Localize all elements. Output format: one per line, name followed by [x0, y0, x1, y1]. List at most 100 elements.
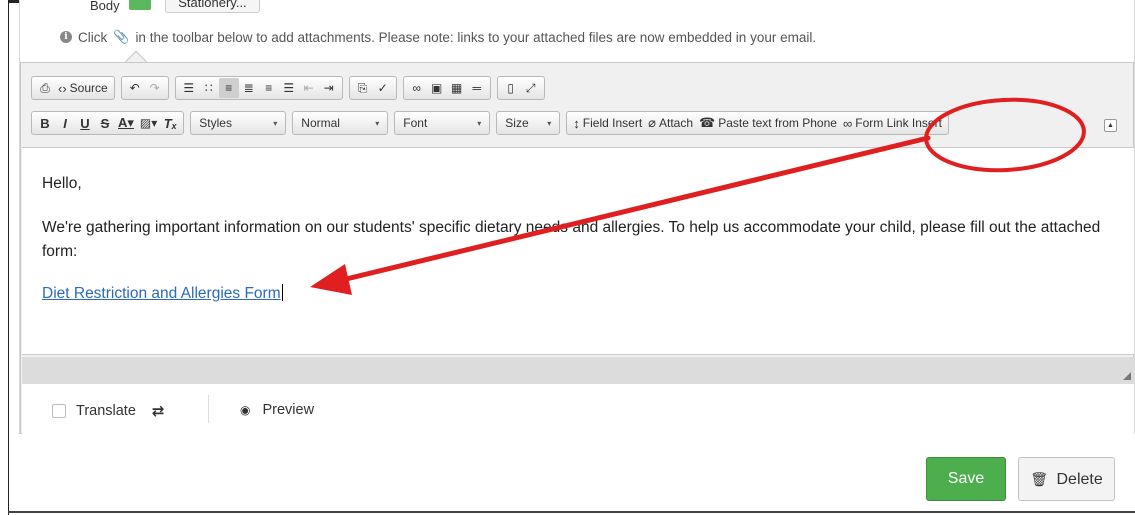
save-label: Save	[947, 470, 985, 487]
bulleted-list-icon[interactable]: ∷	[199, 78, 219, 98]
source-icon: ‹›	[58, 80, 67, 96]
justify-icon[interactable]: ☰	[279, 78, 299, 98]
toolbar-row-1: ⎙ ‹› Source ↶ ↷ ☰ ∷ ≡ ≣ ≡ ☰ ⇤ ⇥ ⎘ ✓ ∞ ▣	[31, 76, 551, 100]
outdent-icon[interactable]: ⇤	[299, 78, 319, 98]
font-select[interactable]: Font ▾	[394, 111, 491, 135]
align-center-icon[interactable]: ≣	[239, 78, 259, 98]
form-link-insert-label: Form Link Insert	[855, 116, 942, 130]
options-divider	[208, 395, 209, 423]
numbered-list-icon[interactable]: ☰	[179, 78, 199, 98]
info-text-after: in the toolbar below to add attachments.…	[135, 29, 817, 45]
background-color-icon[interactable]: ▨▾	[137, 113, 160, 133]
eye-icon: ◉	[240, 403, 251, 417]
phone-icon: ☎	[699, 115, 716, 130]
redo-icon[interactable]: ↷	[145, 78, 165, 98]
field-tabs-row: Body Stationery...	[90, 0, 260, 14]
print-button[interactable]: ⎙	[35, 78, 55, 98]
translate-option[interactable]: Translate ⇄	[52, 402, 164, 420]
font-label: Font	[403, 116, 428, 130]
body-label: Body	[90, 0, 120, 13]
format-select[interactable]: Normal ▾	[292, 111, 389, 135]
stationery-label: Stationery...	[178, 0, 247, 10]
screenshot-frame-bottom	[8, 511, 1135, 513]
form-link-insert-button[interactable]: ∞ Form Link Insert	[840, 113, 945, 133]
field-insert-label: Field Insert	[582, 116, 643, 130]
form-link-text[interactable]: Diet Restriction and Allergies Form	[42, 285, 281, 302]
field-insert-button[interactable]: ↕ Field Insert	[570, 113, 645, 133]
delete-button[interactable]: 🗑 Delete	[1018, 457, 1115, 501]
view-group: ▯ ⤢	[496, 76, 545, 100]
preview-button[interactable]: ◉ Preview	[240, 402, 314, 418]
editor-status-bar	[22, 357, 1134, 383]
greeting-text: Hello,	[42, 175, 82, 192]
body-tab[interactable]: Body	[90, 0, 152, 13]
form-link[interactable]: Diet Restriction and Allergies Form	[42, 284, 283, 303]
clipboard-group: ⎘ ✓	[348, 76, 397, 100]
editor-options-bar: Translate ⇄ ◉ Preview	[22, 383, 1134, 434]
screenshot-frame-left	[8, 0, 9, 515]
info-text-before: Click	[78, 29, 108, 45]
history-group: ↶ ↷	[120, 76, 169, 100]
size-select[interactable]: Size ▾	[496, 111, 561, 135]
link-icon: ∞	[842, 115, 853, 131]
translate-label: Translate	[76, 403, 136, 419]
text-color-icon[interactable]: A▾	[115, 113, 137, 133]
undo-icon[interactable]: ↶	[125, 78, 145, 98]
paperclip-icon: ⌀	[648, 115, 656, 130]
translate-icon: ⇄	[151, 403, 165, 420]
bold-icon[interactable]: B	[35, 113, 55, 133]
align-left-icon[interactable]: ≡	[218, 78, 239, 98]
source-button[interactable]: ‹› Source	[55, 78, 111, 98]
indent-icon[interactable]: ⇥	[319, 78, 339, 98]
text-cursor	[281, 284, 283, 301]
resize-handle-icon[interactable]	[1123, 372, 1131, 380]
attach-button[interactable]: ⌀ Attach	[645, 113, 696, 133]
save-button[interactable]: Save	[926, 457, 1006, 501]
format-label: Normal	[301, 116, 340, 130]
document-group: ⎙ ‹› Source	[31, 76, 115, 100]
paste-phone-button[interactable]: ☎ Paste text from Phone	[696, 113, 840, 133]
link-icon[interactable]: ∞	[407, 78, 427, 98]
attachment-info: i Click 📎 in the toolbar below to add at…	[60, 29, 816, 45]
size-label: Size	[505, 116, 529, 130]
strikethrough-icon[interactable]: S	[95, 113, 115, 133]
attach-label: Attach	[658, 116, 694, 130]
trash-icon: 🗑	[1030, 471, 1049, 487]
collapse-toolbar-button[interactable]: ▲	[1104, 119, 1117, 132]
custom-tools-group: ↕ Field Insert ⌀ Attach ☎ Paste text fro…	[566, 111, 949, 135]
chevron-down-icon: ▾	[547, 118, 552, 128]
paperclip-icon: 📎	[113, 29, 130, 44]
paragraph-group: ☰ ∷ ≡ ≣ ≡ ☰ ⇤ ⇥	[174, 76, 343, 100]
image-icon[interactable]: ▣	[427, 78, 447, 98]
spellcheck-icon[interactable]: ✓	[373, 78, 393, 98]
styles-label: Styles	[199, 116, 232, 130]
underline-icon[interactable]: U	[75, 113, 95, 133]
maximize-icon[interactable]: ⤢	[521, 78, 541, 98]
italic-icon[interactable]: I	[55, 113, 75, 133]
table-icon[interactable]: ▦	[447, 78, 467, 98]
body-dropdown-badge[interactable]	[129, 0, 152, 10]
stationery-button[interactable]: Stationery...	[165, 0, 260, 13]
insert-group: ∞ ▣ ▦ ═	[402, 76, 491, 100]
translate-checkbox[interactable]	[52, 404, 66, 418]
field-insert-icon: ↕	[573, 115, 580, 131]
styles-select[interactable]: Styles ▾	[190, 111, 287, 135]
chevron-down-icon: ▾	[477, 118, 482, 128]
preview-label: Preview	[262, 402, 315, 418]
source-label: Source	[69, 81, 108, 95]
horizontal-rule-icon[interactable]: ═	[467, 78, 487, 98]
paste-word-icon[interactable]: ⎘	[353, 78, 373, 98]
message-paragraph: We're gathering important information on…	[42, 219, 1101, 260]
chevron-down-icon: ▾	[375, 118, 380, 128]
remove-format-icon[interactable]: Tₓ	[160, 113, 180, 133]
paste-phone-label: Paste text from Phone	[718, 116, 837, 130]
delete-label: Delete	[1056, 471, 1103, 488]
format-group: B I U S A▾ ▨▾ Tₓ	[31, 111, 185, 135]
show-blocks-icon[interactable]: ▯	[501, 78, 521, 98]
rich-text-editor: ⎙ ‹› Source ↶ ↷ ☰ ∷ ≡ ≣ ≡ ☰ ⇤ ⇥ ⎘ ✓ ∞ ▣	[20, 62, 1134, 434]
info-icon: i	[60, 31, 72, 43]
chevron-down-icon: ▾	[273, 118, 278, 128]
align-right-icon[interactable]: ≡	[259, 78, 279, 98]
editor-content-area[interactable]: Hello, We're gathering important informa…	[22, 147, 1134, 355]
toolbar-row-2: B I U S A▾ ▨▾ Tₓ Styles ▾ Normal ▾ Font …	[31, 111, 955, 135]
